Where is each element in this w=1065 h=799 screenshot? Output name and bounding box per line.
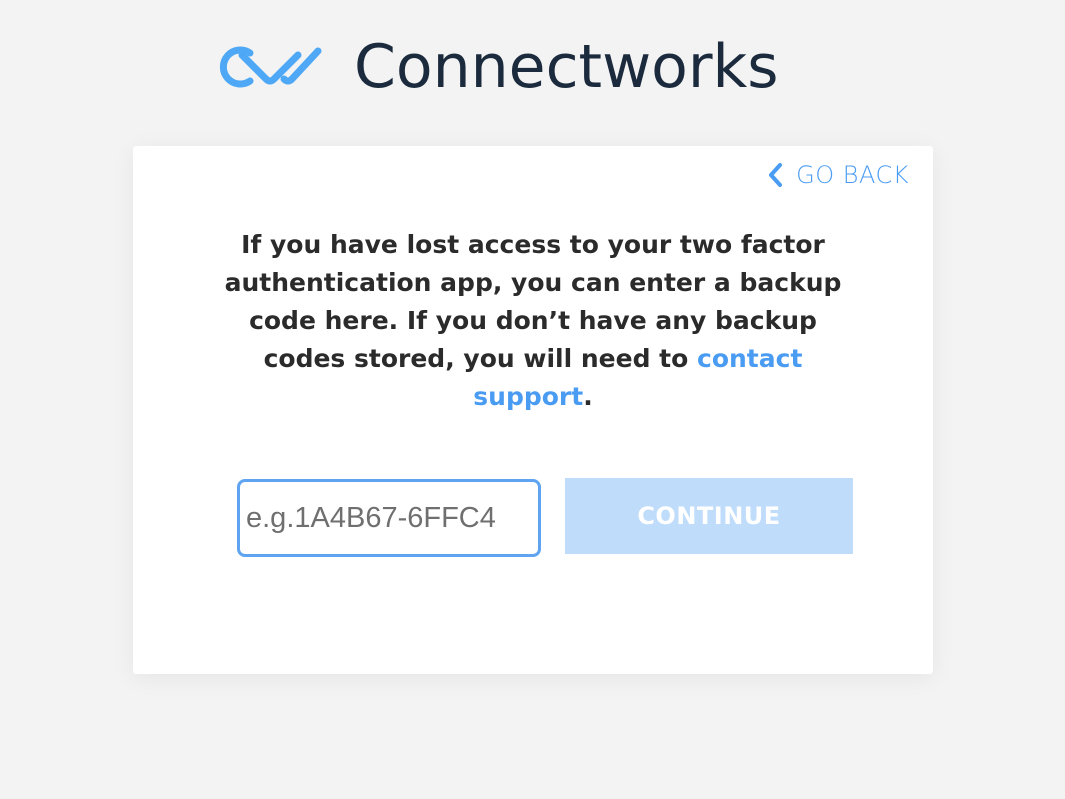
go-back-button[interactable]: GO BACK xyxy=(766,160,909,190)
brand-logo: Connectworks xyxy=(212,34,779,100)
connectworks-logo-icon xyxy=(219,46,322,88)
backup-code-instructions: If you have lost access to your two fact… xyxy=(223,226,843,416)
chevron-left-icon xyxy=(769,163,783,187)
instructions-period: . xyxy=(583,382,593,411)
page: Connectworks GO BACK If you have lost ac… xyxy=(0,0,1065,799)
continue-button[interactable]: CONTINUE xyxy=(565,478,853,554)
backup-code-input[interactable] xyxy=(237,479,541,557)
go-back-label: GO BACK xyxy=(796,161,909,189)
backup-code-card: GO BACK If you have lost access to your … xyxy=(133,146,933,674)
brand-name: Connectworks xyxy=(354,32,779,102)
